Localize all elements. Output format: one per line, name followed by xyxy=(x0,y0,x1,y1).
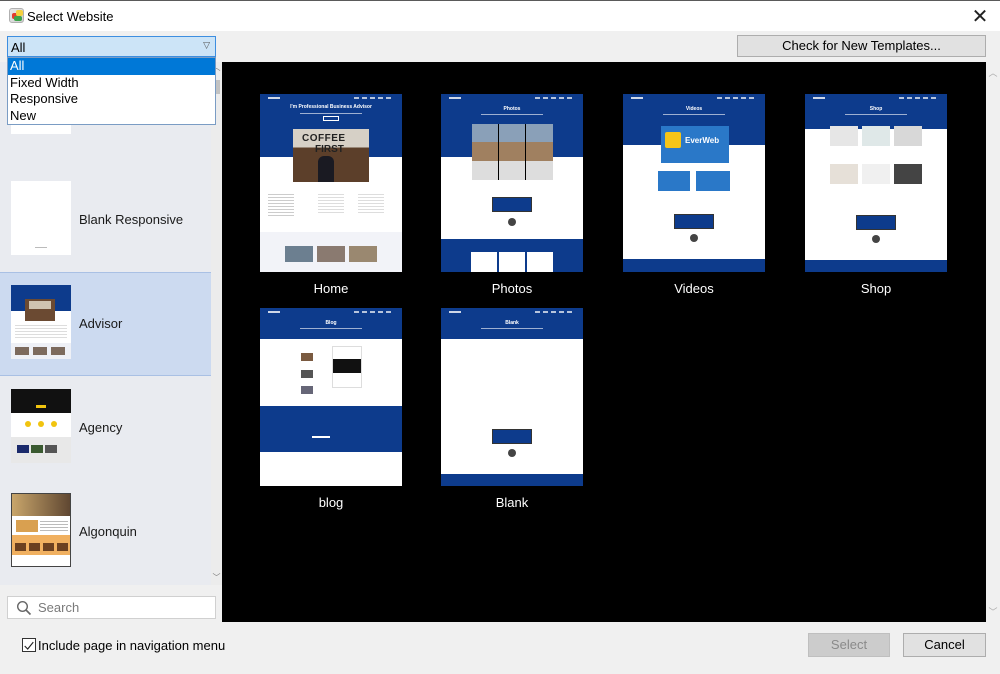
template-label: Agency xyxy=(79,420,123,435)
page-thumbnail: Photos xyxy=(441,94,583,272)
close-button[interactable]: ✕ xyxy=(968,5,992,27)
page-thumbnail: Blog xyxy=(260,308,402,486)
template-label: Blank Responsive xyxy=(79,212,184,227)
page-card-home[interactable]: I'm Professional Business Advisor COFFEE… xyxy=(260,94,402,296)
page-name: Home xyxy=(313,281,349,296)
filter-option-fixed-width[interactable]: Fixed Width xyxy=(8,75,215,92)
check-new-templates-button[interactable]: Check for New Templates... xyxy=(737,35,986,57)
page-preview-area: I'm Professional Business Advisor COFFEE… xyxy=(222,62,986,622)
include-nav-checkbox[interactable] xyxy=(22,638,36,652)
page-card-videos[interactable]: Videos EverWeb Videos xyxy=(623,94,765,296)
title-bar: Select Website ✕ xyxy=(0,0,1000,31)
template-label: Algonquin xyxy=(79,524,137,539)
page-name: Photos xyxy=(491,281,533,296)
template-label: Advisor xyxy=(79,316,123,331)
template-thumbnail xyxy=(11,493,71,567)
window-title: Select Website xyxy=(27,9,114,24)
filter-selected-value: All xyxy=(11,40,26,55)
scroll-down-icon[interactable]: ﹀ xyxy=(211,572,222,583)
page-thumbnail: I'm Professional Business Advisor COFFEE… xyxy=(260,94,402,272)
page-name: Shop xyxy=(860,281,892,296)
template-thumbnail xyxy=(11,181,71,255)
page-thumbnail: Videos EverWeb xyxy=(623,94,765,272)
page-thumbnail: Shop xyxy=(805,94,947,272)
page-name: Videos xyxy=(674,281,714,296)
filter-options-list[interactable]: All Fixed Width Responsive New xyxy=(7,57,216,125)
page-thumbnail: Blank xyxy=(441,308,583,486)
page-card-photos[interactable]: Photos Photos xyxy=(441,94,583,296)
template-item-algonquin[interactable]: Algonquin xyxy=(0,481,211,585)
filter-option-new[interactable]: New xyxy=(8,108,215,125)
page-card-shop[interactable]: Shop Shop xyxy=(805,94,947,296)
page-card-blog[interactable]: Blog blog xyxy=(260,308,402,510)
checkmark-icon xyxy=(24,641,34,650)
template-thumbnail xyxy=(11,389,71,463)
search-icon xyxy=(16,600,32,616)
select-button[interactable]: Select xyxy=(808,633,890,657)
filter-option-responsive[interactable]: Responsive xyxy=(8,91,215,108)
cancel-button[interactable]: Cancel xyxy=(903,633,986,657)
filter-dropdown[interactable]: All ▽ xyxy=(7,36,216,57)
template-list-scrollbar[interactable]: ︿ ﹀ xyxy=(211,62,222,585)
close-icon: ✕ xyxy=(971,4,989,28)
template-item-agency[interactable]: Agency xyxy=(0,377,211,481)
preview-scrollbar[interactable]: ︿ ﹀ xyxy=(986,62,1000,622)
search-field[interactable] xyxy=(7,596,216,619)
include-nav-label[interactable]: Include page in navigation menu xyxy=(38,638,225,653)
page-name: Blank xyxy=(495,495,529,510)
filter-option-all[interactable]: All xyxy=(8,58,215,75)
template-item-blank-responsive[interactable]: Blank Responsive xyxy=(0,169,211,273)
template-thumbnail xyxy=(11,285,71,359)
template-item-advisor[interactable]: Advisor xyxy=(0,272,211,376)
chevron-down-icon: ▽ xyxy=(203,40,210,50)
scroll-up-icon[interactable]: ︿ xyxy=(986,66,1000,79)
page-name: blog xyxy=(318,495,344,510)
app-icon xyxy=(9,8,24,23)
scroll-down-icon[interactable]: ﹀ xyxy=(986,605,1000,618)
search-input[interactable] xyxy=(38,599,208,616)
template-list[interactable]: Blank Responsive Advisor Agency Algonqui… xyxy=(0,62,222,585)
page-card-blank[interactable]: Blank Blank xyxy=(441,308,583,510)
